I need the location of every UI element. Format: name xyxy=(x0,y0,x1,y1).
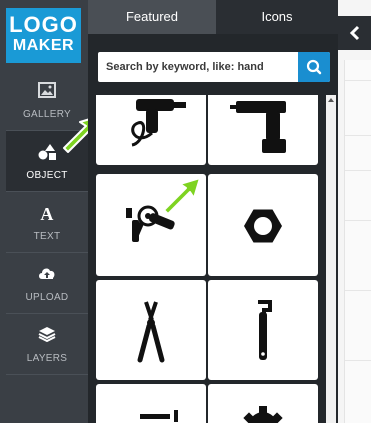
cordless-drill-icon xyxy=(230,101,286,153)
logo-text-line1: LOGO xyxy=(9,12,78,37)
text-a-icon: A xyxy=(6,204,88,228)
sidebar-item-label: UPLOAD xyxy=(25,292,69,303)
chevron-left-icon xyxy=(349,25,360,41)
logo[interactable]: LOGO MAKER xyxy=(6,8,81,63)
divider xyxy=(6,374,88,375)
icon-tile-tool[interactable] xyxy=(96,384,206,423)
search-input[interactable] xyxy=(98,52,288,82)
icon-tile-gear[interactable] xyxy=(208,384,318,423)
search-bar xyxy=(98,52,330,82)
icon-tile-cordless-drill[interactable] xyxy=(208,95,318,165)
canvas-gridline xyxy=(345,170,371,171)
sidebar-item-upload[interactable]: UPLOAD xyxy=(6,253,88,313)
image-icon xyxy=(6,82,88,106)
canvas-gridline xyxy=(345,80,371,81)
sidebar: LOGO MAKER GALLERY OBJECT A TEXT UPLOAD … xyxy=(0,0,101,423)
object-panel: Featured Icons xyxy=(88,0,338,423)
tool-icon xyxy=(140,410,178,422)
logo-text-line2: MAKER xyxy=(12,37,75,54)
power-drill-icon xyxy=(131,99,186,147)
icon-tile-power-drill[interactable] xyxy=(96,95,206,165)
scroll-up-arrow-icon[interactable] xyxy=(328,98,334,102)
search-button[interactable] xyxy=(298,52,330,82)
wire-cutter-icon xyxy=(137,301,165,363)
icon-tile-angle-grinder[interactable] xyxy=(96,174,206,276)
sidebar-item-label: OBJECT xyxy=(26,170,68,181)
tab-featured[interactable]: Featured xyxy=(88,0,216,34)
tab-bar: Featured Icons xyxy=(88,0,338,34)
hex-nut-icon xyxy=(244,209,282,243)
layers-icon xyxy=(6,326,88,350)
sidebar-item-label: LAYERS xyxy=(26,353,68,364)
sidebar-item-text[interactable]: A TEXT xyxy=(6,192,88,252)
canvas-gridline xyxy=(345,360,371,361)
gear-icon xyxy=(243,406,283,423)
tab-icons[interactable]: Icons xyxy=(216,0,338,34)
canvas-gridline xyxy=(345,220,371,221)
svg-text:A: A xyxy=(40,204,53,222)
canvas-gridline xyxy=(345,135,371,136)
icon-tile-pipe-wrench[interactable] xyxy=(208,280,318,380)
canvas-area[interactable] xyxy=(338,0,371,423)
canvas-gridline xyxy=(345,290,371,291)
sidebar-item-layers[interactable]: LAYERS xyxy=(6,314,88,374)
cloud-upload-icon xyxy=(6,265,88,289)
sidebar-item-label: TEXT xyxy=(33,231,61,242)
search-icon xyxy=(306,59,322,75)
collapse-panel-button[interactable] xyxy=(338,16,371,50)
pointer-arrow-icon xyxy=(163,177,201,215)
pipe-wrench-icon xyxy=(258,300,272,360)
icon-grid xyxy=(94,95,336,423)
scrollbar[interactable] xyxy=(326,95,336,423)
design-canvas[interactable] xyxy=(344,60,371,423)
icon-tile-wire-cutter[interactable] xyxy=(96,280,206,380)
icon-tile-hex-nut[interactable] xyxy=(208,174,318,276)
